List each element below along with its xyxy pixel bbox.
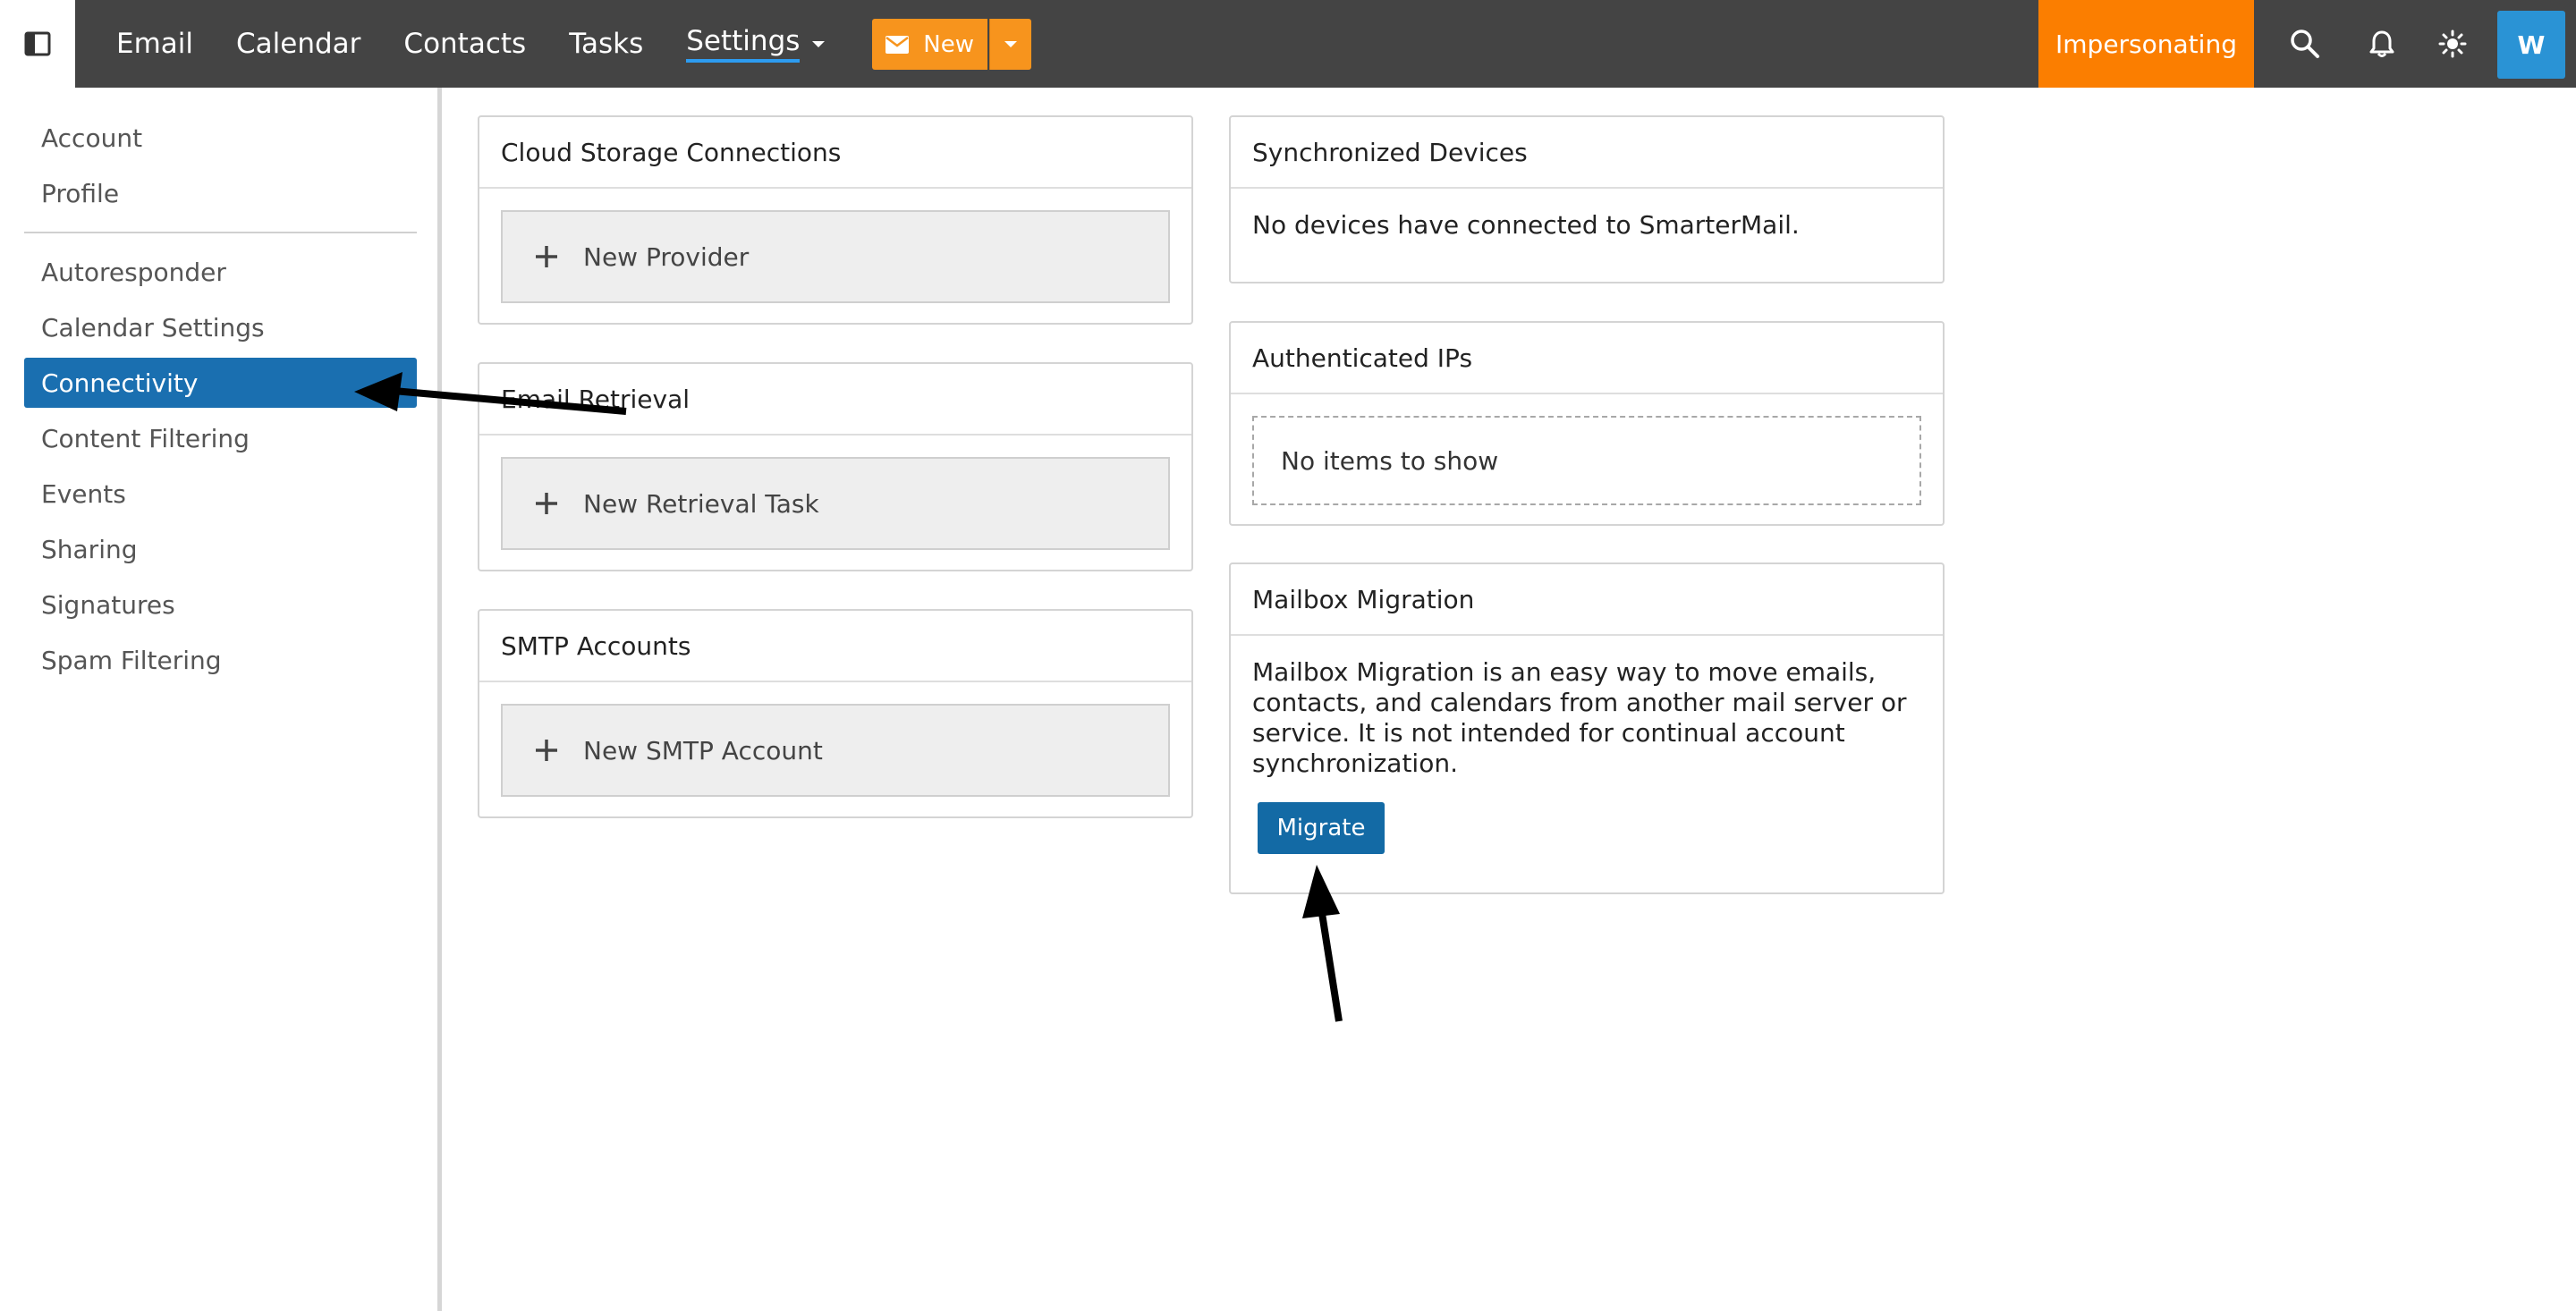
nav-settings[interactable]: Settings — [686, 25, 826, 63]
bell-icon — [2369, 30, 2394, 57]
nav-settings-label: Settings — [686, 25, 801, 63]
smtp-accounts-card: SMTP Accounts New SMTP Account — [478, 609, 1193, 818]
card-title: Synchronized Devices — [1231, 117, 1943, 189]
new-button-group: New — [872, 19, 1031, 70]
card-title: SMTP Accounts — [479, 611, 1191, 682]
card-body: New Retrieval Task — [479, 436, 1191, 571]
new-button[interactable]: New — [872, 19, 988, 70]
sidebar-toggle-button[interactable] — [0, 0, 75, 88]
migrate-button[interactable]: Migrate — [1258, 802, 1385, 854]
card-title: Authenticated IPs — [1231, 323, 1943, 394]
user-avatar[interactable]: W — [2497, 11, 2565, 79]
sidebar-item-connectivity[interactable]: Connectivity — [24, 358, 417, 408]
card-body: New Provider — [479, 189, 1191, 325]
authenticated-ips-card: Authenticated IPs No items to show — [1229, 321, 1945, 526]
new-retrieval-task-button[interactable]: New Retrieval Task — [501, 457, 1170, 550]
sidebar-item-autoresponder[interactable]: Autoresponder — [24, 247, 417, 297]
notifications-button[interactable] — [2351, 0, 2413, 88]
card-title: Cloud Storage Connections — [479, 117, 1191, 189]
main-nav: Email Calendar Contacts Tasks Settings — [116, 0, 868, 88]
cloud-storage-card: Cloud Storage Connections New Provider — [478, 115, 1193, 325]
plus-icon — [536, 493, 557, 514]
mailbox-migration-card: Mailbox Migration Mailbox Migration is a… — [1229, 562, 1945, 894]
mail-icon — [886, 35, 910, 54]
plus-icon — [536, 740, 557, 761]
email-retrieval-card: Email Retrieval New Retrieval Task — [478, 362, 1193, 571]
chevron-down-icon — [812, 40, 826, 47]
nav-contacts[interactable]: Contacts — [403, 28, 526, 60]
new-button-label: New — [923, 30, 974, 58]
new-provider-button[interactable]: New Provider — [501, 210, 1170, 303]
sidebar-item-signatures[interactable]: Signatures — [24, 579, 417, 630]
nav-tasks[interactable]: Tasks — [569, 28, 643, 60]
card-body: New SMTP Account — [479, 682, 1191, 818]
new-provider-label: New Provider — [583, 241, 750, 272]
sidebar-item-sharing[interactable]: Sharing — [24, 524, 417, 574]
sidebar-item-events[interactable]: Events — [24, 469, 417, 519]
synchronized-devices-card: Synchronized Devices No devices have con… — [1229, 115, 1945, 283]
empty-list-placeholder: No items to show — [1252, 416, 1921, 505]
card-title: Email Retrieval — [479, 364, 1191, 436]
sun-icon — [2438, 30, 2467, 58]
sidebar-item-calendar-settings[interactable]: Calendar Settings — [24, 302, 417, 352]
sidebar-item-profile[interactable]: Profile — [24, 168, 417, 218]
new-smtp-account-button[interactable]: New SMTP Account — [501, 704, 1170, 797]
impersonating-button[interactable]: Impersonating — [2038, 0, 2254, 88]
chevron-down-icon — [1004, 41, 1018, 47]
search-button[interactable] — [2274, 0, 2336, 88]
sidebar-toggle-icon — [24, 31, 51, 56]
theme-toggle-button[interactable] — [2421, 0, 2484, 88]
sidebar-item-account[interactable]: Account — [24, 113, 417, 163]
card-body: No items to show — [1231, 394, 1943, 527]
nav-calendar[interactable]: Calendar — [236, 28, 360, 60]
new-retrieval-task-label: New Retrieval Task — [583, 488, 819, 519]
card-title: Mailbox Migration — [1231, 564, 1943, 636]
search-icon — [2291, 30, 2319, 58]
sidebar-divider — [24, 232, 417, 233]
sidebar-item-spam-filtering[interactable]: Spam Filtering — [24, 635, 417, 685]
migration-description: Mailbox Migration is an easy way to move… — [1252, 657, 1907, 778]
new-smtp-account-label: New SMTP Account — [583, 735, 823, 765]
no-devices-text: No devices have connected to SmarterMail… — [1252, 210, 1800, 240]
new-dropdown-button[interactable] — [989, 19, 1031, 70]
top-bar: Email Calendar Contacts Tasks Settings N… — [0, 0, 2576, 88]
plus-icon — [536, 246, 557, 267]
sidebar-item-content-filtering[interactable]: Content Filtering — [24, 413, 417, 463]
settings-sidebar: Account Profile Autoresponder Calendar S… — [0, 88, 442, 1311]
card-body: No devices have connected to SmarterMail… — [1231, 189, 1943, 262]
nav-email[interactable]: Email — [116, 28, 193, 60]
card-body: Mailbox Migration is an easy way to move… — [1231, 636, 1943, 875]
